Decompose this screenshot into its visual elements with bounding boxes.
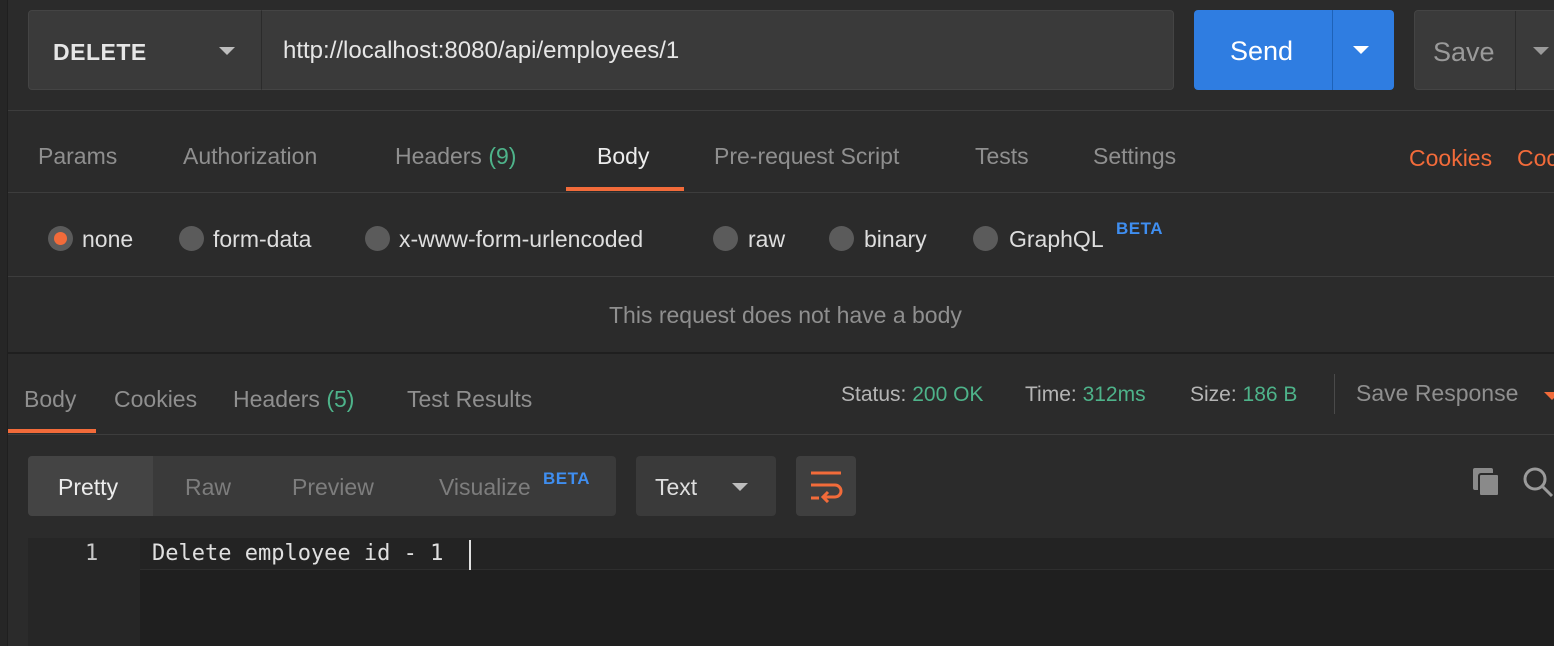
divider — [8, 434, 1554, 435]
line-number: 1 — [85, 541, 99, 566]
copy-icon[interactable] — [1471, 466, 1503, 498]
radio-urlencoded-label: x-www-form-urlencoded — [399, 226, 644, 252]
meta-separator — [1334, 374, 1335, 414]
radio-raw[interactable] — [713, 226, 738, 251]
chevron-down-icon — [219, 47, 235, 55]
radio-none[interactable] — [48, 226, 73, 251]
radio-form-data-label: form-data — [213, 226, 312, 252]
radio-form-data[interactable] — [179, 226, 204, 251]
line-gutter — [28, 538, 140, 646]
response-editor[interactable]: 1 Delete employee id - 1 — [28, 538, 1554, 646]
tab-params[interactable]: Params — [38, 143, 117, 170]
radio-raw-label: raw — [748, 226, 786, 252]
text-cursor — [469, 540, 471, 570]
save-response-chevron-icon[interactable] — [1544, 392, 1554, 400]
left-panel-edge — [0, 0, 8, 646]
format-select[interactable]: Text — [636, 456, 776, 516]
size-label: Size: — [1190, 383, 1237, 406]
radio-graphql[interactable] — [973, 226, 998, 251]
tab-body-underline — [566, 187, 684, 191]
send-options-chevron-icon[interactable] — [1353, 46, 1369, 54]
graphql-beta-badge: BETA — [1116, 219, 1164, 238]
size-value: 186 B — [1242, 383, 1298, 406]
method-select[interactable]: DELETE — [28, 10, 262, 90]
preview-button[interactable]: Preview — [292, 474, 374, 501]
panel-splitter[interactable] — [8, 352, 1554, 354]
tab-settings[interactable]: Settings — [1093, 143, 1176, 170]
wrap-lines-icon — [811, 471, 843, 503]
save-label: Save — [1433, 37, 1495, 67]
tab-body[interactable]: Body — [597, 143, 649, 170]
response-headers-count: (5) — [326, 386, 355, 412]
status-readout: Status: 200 OK — [841, 383, 983, 407]
size-readout: Size: 186 B — [1190, 383, 1297, 407]
format-select-value: Text — [655, 474, 698, 500]
divider — [8, 192, 1554, 193]
raw-button[interactable]: Raw — [185, 474, 231, 501]
time-label: Time: — [1025, 383, 1077, 406]
code-link[interactable]: Coc — [1517, 145, 1554, 172]
visualize-beta-badge: BETA — [543, 469, 591, 488]
cookies-link[interactable]: Cookies — [1409, 145, 1492, 172]
status-value: 200 OK — [912, 383, 984, 406]
radio-graphql-label: GraphQL — [1009, 226, 1104, 252]
response-headers-label: Headers — [233, 386, 320, 412]
tab-pre-request-script[interactable]: Pre-request Script — [714, 143, 899, 170]
save-button[interactable]: Save — [1414, 10, 1554, 91]
tab-headers-label: Headers — [395, 143, 482, 169]
divider — [8, 276, 1554, 277]
response-tab-test-results[interactable]: Test Results — [407, 386, 532, 413]
visualize-button[interactable]: Visualize — [439, 474, 531, 501]
url-text: http://localhost:8080/api/employees/1 — [283, 37, 680, 64]
radio-binary[interactable] — [829, 226, 854, 251]
send-divider — [1332, 10, 1333, 90]
chevron-down-icon — [732, 483, 748, 491]
time-readout: Time: 312ms — [1025, 383, 1146, 407]
send-button[interactable]: Send — [1194, 10, 1394, 90]
pretty-button[interactable]: Pretty — [58, 474, 118, 501]
method-label: DELETE — [53, 39, 147, 65]
search-icon[interactable] — [1522, 466, 1554, 498]
response-tab-cookies[interactable]: Cookies — [114, 386, 197, 413]
radio-binary-label: binary — [864, 226, 927, 252]
empty-body-message: This request does not have a body — [609, 302, 962, 328]
url-input[interactable]: http://localhost:8080/api/employees/1 — [261, 10, 1174, 90]
status-label: Status: — [841, 383, 907, 406]
divider — [8, 110, 1554, 111]
tab-authorization[interactable]: Authorization — [183, 143, 317, 170]
response-tab-body-underline — [8, 429, 96, 433]
save-response-button[interactable]: Save Response — [1356, 380, 1518, 407]
tab-tests[interactable]: Tests — [975, 143, 1029, 170]
tab-headers[interactable]: Headers (9) — [395, 143, 516, 170]
time-value: 312ms — [1082, 383, 1146, 406]
code-line: Delete employee id - 1 — [152, 541, 444, 566]
save-divider — [1515, 11, 1516, 91]
response-tab-headers[interactable]: Headers (5) — [233, 386, 354, 413]
radio-none-label: none — [82, 226, 134, 252]
radio-x-www-form-urlencoded[interactable] — [365, 226, 390, 251]
headers-count: (9) — [488, 143, 517, 169]
response-tab-body[interactable]: Body — [24, 386, 76, 413]
save-options-chevron-icon[interactable] — [1533, 47, 1549, 55]
wrap-lines-button[interactable] — [796, 456, 856, 516]
send-label: Send — [1230, 36, 1294, 66]
